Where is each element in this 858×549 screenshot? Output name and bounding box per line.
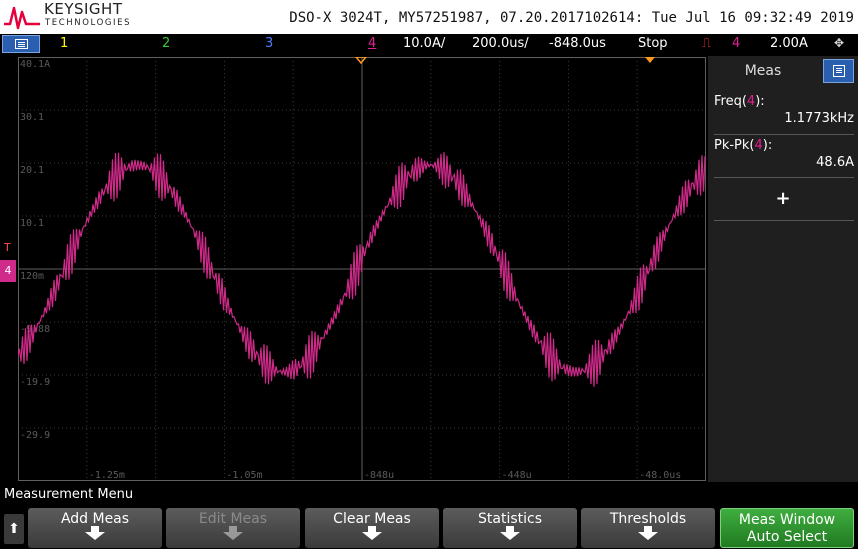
measurement-pkpk-value: 48.6A: [816, 155, 854, 170]
arrow-down-icon: [638, 526, 658, 540]
y-axis-label: 40.1A: [20, 59, 50, 70]
x-axis-label: -1.05m: [226, 470, 262, 481]
run-state[interactable]: Stop: [638, 36, 668, 51]
menu-title: Measurement Menu: [4, 487, 134, 502]
trigger-level-marker[interactable]: T: [4, 241, 11, 254]
channel-4-ground-marker[interactable]: 4: [0, 260, 16, 282]
channel-3-indicator[interactable]: 3: [265, 36, 273, 51]
measurement-panel-menu-button[interactable]: [823, 59, 854, 83]
channel-1-indicator[interactable]: 1: [60, 36, 68, 51]
x-axis-label: -48.0us: [639, 470, 681, 481]
keysight-logo-icon: [4, 6, 40, 30]
channel-4-indicator[interactable]: 4: [368, 36, 376, 51]
menu-icon: [15, 39, 28, 49]
status-bar: 1 2 3 4 10.0A/ 200.0us/ -848.0us Stop ⎍ …: [0, 34, 858, 55]
arrow-down-icon: [500, 526, 520, 540]
y-axis-label: -19.9: [20, 377, 50, 388]
x-axis-label: -848u: [364, 470, 394, 481]
softkey-bar: Measurement Menu ⬆ Add Meas Edit Meas Cl…: [0, 484, 858, 549]
arrow-down-icon: [85, 526, 105, 540]
y-axis-label: 30.1: [20, 112, 44, 123]
y-axis-label: 10.1: [20, 218, 44, 229]
waveform-graticule[interactable]: 40.1A30.120.110.1120m-9.88-19.9-29.9 -1.…: [18, 57, 706, 481]
x-axis-label: -448u: [502, 470, 532, 481]
brand-name: KEYSIGHT: [44, 0, 123, 18]
statistics-softkey[interactable]: Statistics: [443, 508, 577, 548]
divider: [714, 220, 854, 221]
y-axis-label: 120m: [20, 271, 44, 282]
trigger-edge-icon: ⎍: [702, 36, 712, 51]
trigger-source[interactable]: 4: [732, 36, 740, 51]
arrow-down-icon: [223, 526, 243, 540]
add-meas-softkey[interactable]: Add Meas: [28, 508, 162, 548]
x-axis-label: -1.25m: [89, 470, 125, 481]
y-axis-label: 20.1: [20, 165, 44, 176]
trigger-level[interactable]: 2.00A: [770, 36, 808, 51]
brand-subtitle: TECHNOLOGIES: [45, 18, 132, 28]
edit-meas-softkey[interactable]: Edit Meas: [166, 508, 300, 548]
instrument-info: DSO-X 3024T, MY57251987, 07.20.201710261…: [289, 10, 854, 26]
vertical-scale[interactable]: 10.0A/: [403, 36, 445, 51]
channel-2-indicator[interactable]: 2: [162, 36, 170, 51]
measurement-panel: Meas Freq(4): 1.1773kHz Pk-Pk(4): 48.6A …: [708, 56, 858, 482]
measurement-freq-value: 1.1773kHz: [784, 111, 854, 126]
meas-window-softkey[interactable]: Meas Window Auto Select: [720, 508, 854, 548]
time-scale[interactable]: 200.0us/: [472, 36, 529, 51]
menu-icon: [833, 65, 845, 77]
divider: [714, 134, 854, 135]
expand-icon[interactable]: ✥: [834, 36, 844, 50]
thresholds-softkey[interactable]: Thresholds: [581, 508, 715, 548]
time-delay[interactable]: -848.0us: [549, 36, 606, 51]
main-menu-button[interactable]: [2, 35, 40, 53]
measurement-pkpk[interactable]: Pk-Pk(4): 48.6A: [714, 138, 854, 170]
back-button[interactable]: ⬆: [4, 514, 24, 544]
clear-meas-softkey[interactable]: Clear Meas: [305, 508, 439, 548]
divider: [714, 177, 854, 178]
arrow-down-icon: [362, 526, 382, 540]
measurement-panel-title: Meas: [744, 63, 782, 79]
y-axis-label: -29.9: [20, 430, 50, 441]
title-bar: KEYSIGHT TECHNOLOGIES DSO-X 3024T, MY572…: [0, 0, 858, 34]
add-measurement-icon[interactable]: +: [708, 188, 858, 209]
measurement-freq[interactable]: Freq(4): 1.1773kHz: [714, 94, 854, 126]
